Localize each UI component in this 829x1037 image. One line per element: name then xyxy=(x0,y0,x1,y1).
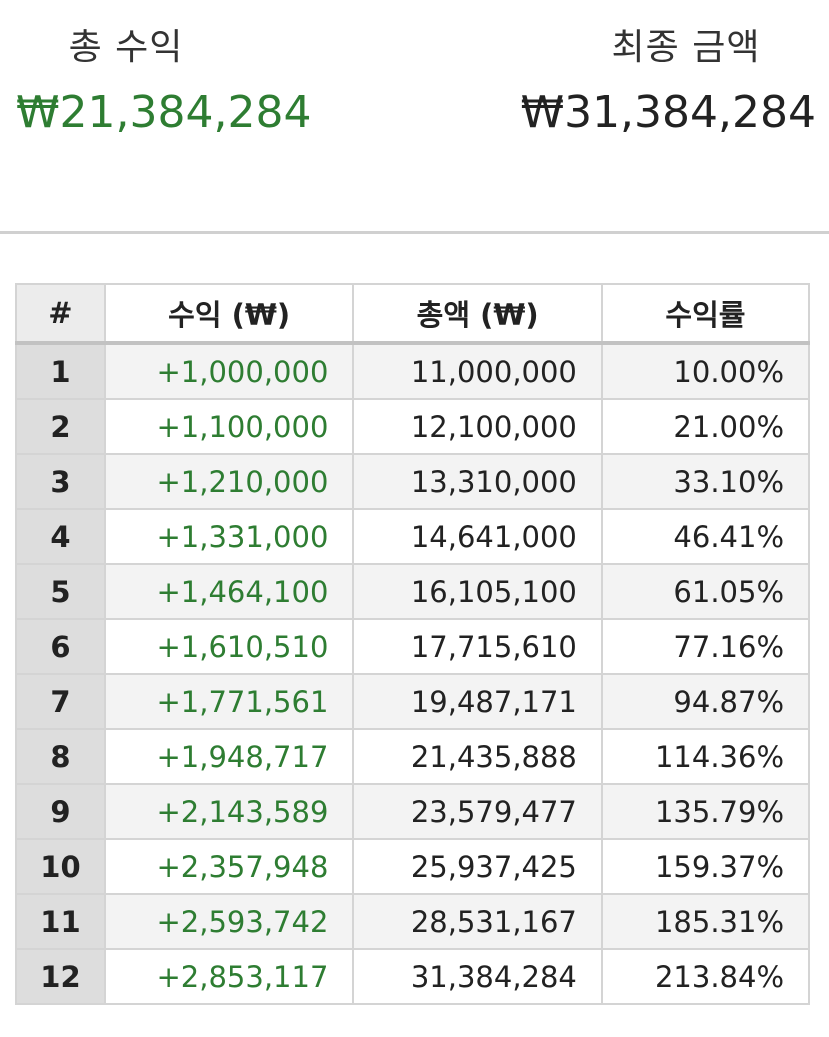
table-row: 6 +1,610,510 17,715,610 77.16% xyxy=(15,618,811,675)
row-rate-cell: 33.10% xyxy=(600,453,811,510)
row-total-cell: 19,487,171 xyxy=(352,673,603,730)
table-row: 8 +1,948,717 21,435,888 114.36% xyxy=(15,728,811,785)
row-total-cell: 16,105,100 xyxy=(352,563,603,620)
final-amount-label: 최종 금액 xyxy=(611,27,761,68)
total-profit-stat: 총 수익 ₩21,384,284 xyxy=(16,22,316,144)
row-total-cell: 17,715,610 xyxy=(352,618,603,675)
table-row: 12 +2,853,117 31,384,284 213.84% xyxy=(15,948,811,1005)
row-total-cell: 31,384,284 xyxy=(352,948,603,1005)
row-rate-cell: 213.84% xyxy=(600,948,811,1005)
section-divider xyxy=(0,231,829,234)
row-profit-cell: +2,853,117 xyxy=(103,948,355,1005)
table-row: 2 +1,100,000 12,100,000 21.00% xyxy=(15,398,811,455)
row-total-cell: 25,937,425 xyxy=(352,838,603,895)
header-row: # 수익 (₩) 총액 (₩) 수익률 xyxy=(15,283,811,345)
table-row: 10 +2,357,948 25,937,425 159.37% xyxy=(15,838,811,895)
final-amount-stat: 최종 금액 ₩31,384,284 xyxy=(516,22,816,144)
table-row: 9 +2,143,589 23,579,477 135.79% xyxy=(15,783,811,840)
row-profit-cell: +1,100,000 xyxy=(103,398,355,455)
row-rate-cell: 21.00% xyxy=(600,398,811,455)
row-rate-cell: 114.36% xyxy=(600,728,811,785)
table-body: 1 +1,000,000 11,000,000 10.00% 2 +1,100,000 12… xyxy=(15,342,811,1005)
summary-panel: 총 수익 ₩21,384,284 최종 금액 ₩31,384,284 xyxy=(0,0,829,232)
row-index-cell: 6 xyxy=(15,618,106,675)
row-total-cell: 14,641,000 xyxy=(352,508,603,565)
header-index: # xyxy=(15,283,106,345)
row-profit-cell: +2,143,589 xyxy=(103,783,355,840)
row-rate-cell: 159.37% xyxy=(600,838,811,895)
row-index-cell: 3 xyxy=(15,453,106,510)
row-profit-cell: +1,000,000 xyxy=(103,342,355,400)
table-header: # 수익 (₩) 총액 (₩) 수익률 xyxy=(15,283,811,345)
row-rate-cell: 61.05% xyxy=(600,563,811,620)
row-index-cell: 4 xyxy=(15,508,106,565)
row-rate-cell: 94.87% xyxy=(600,673,811,730)
row-total-cell: 28,531,167 xyxy=(352,893,603,950)
row-rate-cell: 10.00% xyxy=(600,342,811,400)
row-index-cell: 1 xyxy=(15,342,106,400)
row-profit-cell: +1,331,000 xyxy=(103,508,355,565)
table-row: 1 +1,000,000 11,000,000 10.00% xyxy=(15,342,811,400)
row-total-cell: 21,435,888 xyxy=(352,728,603,785)
row-index-cell: 8 xyxy=(15,728,106,785)
row-profit-cell: +1,948,717 xyxy=(103,728,355,785)
row-rate-cell: 46.41% xyxy=(600,508,811,565)
table-row: 4 +1,331,000 14,641,000 46.41% xyxy=(15,508,811,565)
table-row: 3 +1,210,000 13,310,000 33.10% xyxy=(15,453,811,510)
row-profit-cell: +2,357,948 xyxy=(103,838,355,895)
row-total-cell: 12,100,000 xyxy=(352,398,603,455)
row-profit-cell: +1,771,561 xyxy=(103,673,355,730)
row-total-cell: 11,000,000 xyxy=(352,342,603,400)
table-row: 5 +1,464,100 16,105,100 61.05% xyxy=(15,563,811,620)
header-total: 총액 (₩) xyxy=(352,283,603,345)
table-row: 7 +1,771,561 19,487,171 94.87% xyxy=(15,673,811,730)
total-profit-value: ₩21,384,284 xyxy=(16,87,312,138)
row-index-cell: 2 xyxy=(15,398,106,455)
header-rate: 수익률 xyxy=(600,283,811,345)
row-rate-cell: 185.31% xyxy=(600,893,811,950)
row-total-cell: 13,310,000 xyxy=(352,453,603,510)
row-rate-cell: 77.16% xyxy=(600,618,811,675)
row-profit-cell: +2,593,742 xyxy=(103,893,355,950)
header-profit: 수익 (₩) xyxy=(103,283,355,345)
row-index-cell: 7 xyxy=(15,673,106,730)
results-table: # 수익 (₩) 총액 (₩) 수익률 1 +1,000,000 11,000,00… xyxy=(15,283,811,1005)
row-index-cell: 9 xyxy=(15,783,106,840)
row-profit-cell: +1,610,510 xyxy=(103,618,355,675)
row-profit-cell: +1,464,100 xyxy=(103,563,355,620)
row-index-cell: 12 xyxy=(15,948,106,1005)
row-index-cell: 5 xyxy=(15,563,106,620)
table-row: 11 +2,593,742 28,531,167 185.31% xyxy=(15,893,811,950)
row-index-cell: 10 xyxy=(15,838,106,895)
final-amount-value: ₩31,384,284 xyxy=(520,87,816,138)
row-index-cell: 11 xyxy=(15,893,106,950)
row-profit-cell: +1,210,000 xyxy=(103,453,355,510)
row-total-cell: 23,579,477 xyxy=(352,783,603,840)
total-profit-label: 총 수익 xyxy=(68,27,184,68)
row-rate-cell: 135.79% xyxy=(600,783,811,840)
